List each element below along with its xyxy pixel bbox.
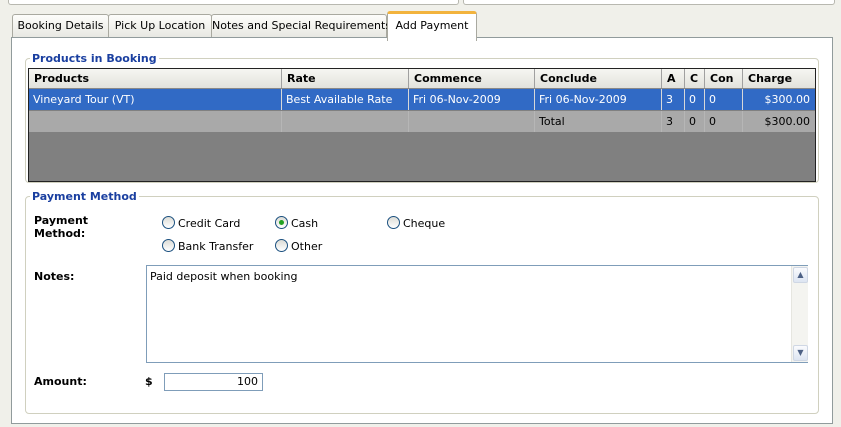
total-empty-cell xyxy=(282,111,409,132)
radio-circle-checked-icon xyxy=(275,216,288,229)
column-header-rate[interactable]: Rate xyxy=(282,69,409,88)
notes-label: Notes: xyxy=(34,270,75,283)
radio-circle-icon xyxy=(162,239,175,252)
radio-credit-card-label: Credit Card xyxy=(178,217,241,230)
cell-product: Vineyard Tour (VT) xyxy=(29,89,282,110)
scroll-down-icon[interactable]: ▼ xyxy=(793,345,808,361)
table-row[interactable]: Vineyard Tour (VT) Best Available Rate F… xyxy=(29,89,815,110)
amount-input[interactable]: 100 xyxy=(164,373,263,391)
radio-other[interactable]: Other xyxy=(275,239,322,255)
top-left-panel-edge xyxy=(8,0,459,5)
cell-conclude: Fri 06-Nov-2009 xyxy=(535,89,662,110)
column-header-a[interactable]: A xyxy=(662,69,685,88)
cell-rate: Best Available Rate xyxy=(282,89,409,110)
column-header-charge[interactable]: Charge xyxy=(743,69,815,88)
tab-notes-special-requirements[interactable]: Notes and Special Requirements xyxy=(211,14,391,37)
tab-booking-details[interactable]: Booking Details xyxy=(12,14,109,37)
products-in-booking-title: Products in Booking xyxy=(32,52,157,65)
radio-bank-transfer-label: Bank Transfer xyxy=(178,240,254,253)
tab-add-payment[interactable]: Add Payment xyxy=(387,11,477,41)
radio-cash[interactable]: Cash xyxy=(275,216,318,232)
cell-con: 0 xyxy=(705,89,743,110)
payment-method-title: Payment Method xyxy=(32,190,137,203)
radio-cheque-label: Cheque xyxy=(403,217,446,230)
total-empty-cell xyxy=(29,111,282,132)
column-header-conclude[interactable]: Conclude xyxy=(535,69,662,88)
scroll-up-icon[interactable]: ▲ xyxy=(793,267,808,283)
products-grid[interactable]: Products Rate Commence Conclude A C Con … xyxy=(28,68,816,182)
column-header-commence[interactable]: Commence xyxy=(409,69,535,88)
column-header-products[interactable]: Products xyxy=(29,69,282,88)
notes-scrollbar[interactable]: ▲ ▼ xyxy=(791,266,808,362)
radio-other-label: Other xyxy=(291,240,323,253)
total-charge: $300.00 xyxy=(764,115,811,128)
products-grid-header: Products Rate Commence Conclude A C Con … xyxy=(29,69,815,89)
top-right-panel-edge xyxy=(463,0,835,5)
total-a: 3 xyxy=(662,111,685,132)
total-label: Total xyxy=(535,111,662,132)
tab-pick-up-location[interactable]: Pick Up Location xyxy=(108,14,212,37)
total-empty-cell xyxy=(409,111,535,132)
cell-a: 3 xyxy=(662,89,685,110)
radio-cheque[interactable]: Cheque xyxy=(387,216,445,232)
radio-cash-label: Cash xyxy=(291,217,319,230)
total-row: Total 3 0 0 $300.00 xyxy=(29,111,815,132)
radio-circle-icon xyxy=(275,239,288,252)
cell-c: 0 xyxy=(685,89,705,110)
radio-bank-transfer[interactable]: Bank Transfer xyxy=(162,239,253,255)
radio-credit-card[interactable]: Credit Card xyxy=(162,216,240,232)
total-con: 0 xyxy=(705,111,743,132)
radio-circle-icon xyxy=(387,216,400,229)
amount-label: Amount: xyxy=(34,375,87,388)
total-c: 0 xyxy=(685,111,705,132)
payment-method-label: Payment Method: xyxy=(34,214,89,240)
column-header-con[interactable]: Con xyxy=(705,69,743,88)
notes-textarea[interactable]: Paid deposit when booking xyxy=(146,265,808,363)
cell-charge: $300.00 xyxy=(764,93,811,106)
radio-circle-icon xyxy=(162,216,175,229)
cell-commence: Fri 06-Nov-2009 xyxy=(409,89,535,110)
currency-symbol: $ xyxy=(145,375,153,388)
column-header-c[interactable]: C xyxy=(685,69,705,88)
